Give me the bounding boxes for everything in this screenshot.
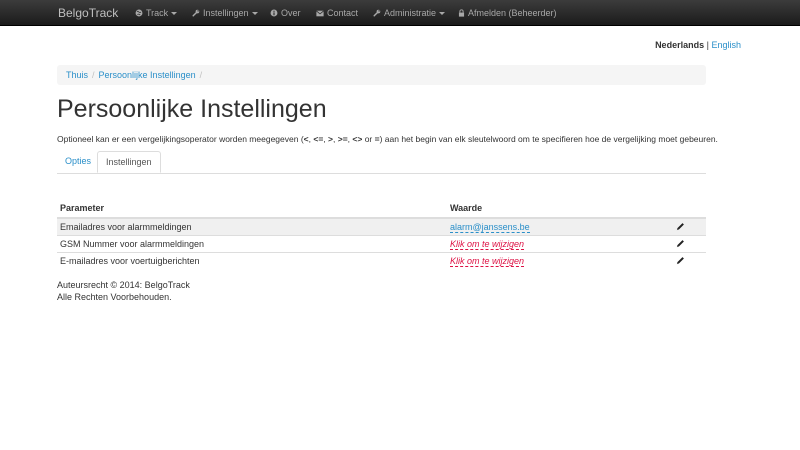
intro-prefix: Optioneel kan er een vergelijkingsoperat… <box>57 134 304 144</box>
nav-instellingen-label: Instellingen <box>203 8 249 18</box>
tab-opties[interactable]: Opties <box>57 151 99 172</box>
header-parameter: Parameter <box>57 199 447 219</box>
row-parameter: Emailadres voor alarmmeldingen <box>57 217 447 236</box>
nav-afmelden[interactable]: Afmelden (Beheerder) <box>458 8 557 18</box>
tab-instellingen[interactable]: Instellingen <box>97 151 161 173</box>
nav-track[interactable]: Track <box>135 8 178 18</box>
table-row: E-mailadres voor voertuigberichten Klik … <box>57 252 706 269</box>
nav-afmelden-label: Afmelden (Beheerder) <box>468 8 557 18</box>
info-icon <box>270 9 278 17</box>
row-actions <box>673 235 706 253</box>
intro-text: Optioneel kan er een vergelijkingsoperat… <box>57 134 718 144</box>
chevron-down-icon <box>171 11 178 15</box>
table-row: GSM Nummer voor alarmmeldingen Klik om t… <box>57 235 706 253</box>
nav-track-label: Track <box>146 8 169 18</box>
language-switcher: Nederlands | English <box>655 40 741 50</box>
pencil-icon[interactable] <box>676 256 685 265</box>
settings-table: Parameter Waarde Emailadres voor alarmme… <box>57 199 706 269</box>
breadcrumb: Thuis / Persoonlijke Instellingen / <box>57 65 706 85</box>
header-actions <box>673 199 706 219</box>
operator: <= <box>313 134 324 144</box>
nav-over[interactable]: Over <box>270 8 301 18</box>
nav-over-label: Over <box>281 8 301 18</box>
nav-administratie[interactable]: Administratie <box>373 8 446 18</box>
intro-suffix: ) aan het begin van elk sleutelwoord om … <box>379 134 718 144</box>
nav-contact-label: Contact <box>327 8 359 18</box>
row-value-cell: Klik om te wijzigen <box>447 252 673 269</box>
footer: Auteursrecht © 2014: BelgoTrack Alle Rec… <box>57 279 190 303</box>
breadcrumb-separator: / <box>92 70 95 80</box>
globe-icon <box>135 9 143 17</box>
brand-logo[interactable]: BelgoTrack <box>58 6 118 20</box>
table-header-row: Parameter Waarde <box>57 199 706 219</box>
pencil-icon[interactable] <box>676 222 685 231</box>
settings-tabs: Opties Instellingen <box>57 151 706 174</box>
nav-instellingen[interactable]: Instellingen <box>192 8 258 18</box>
operator: >= <box>337 134 348 144</box>
wrench-icon <box>373 9 381 17</box>
wrench-icon <box>192 9 200 17</box>
row-actions <box>673 217 706 236</box>
breadcrumb-current[interactable]: Persoonlijke Instellingen <box>99 70 196 80</box>
row-value-cell: alarm@janssens.be <box>447 217 673 236</box>
row-value-cell: Klik om te wijzigen <box>447 235 673 253</box>
row-value-editable[interactable]: alarm@janssens.be <box>450 222 530 233</box>
table-row: Emailadres voor alarmmeldingen alarm@jan… <box>57 217 706 236</box>
chevron-down-icon <box>251 11 258 15</box>
envelope-icon <box>316 10 324 16</box>
language-separator: | <box>706 40 709 50</box>
row-parameter: E-mailadres voor voertuigberichten <box>57 252 447 269</box>
row-value-editable[interactable]: Klik om te wijzigen <box>450 239 525 250</box>
footer-copyright: Auteursrecht © 2014: BelgoTrack <box>57 280 190 290</box>
row-parameter: GSM Nummer voor alarmmeldingen <box>57 235 447 253</box>
header-value: Waarde <box>447 199 673 219</box>
nav-administratie-label: Administratie <box>384 8 437 18</box>
breadcrumb-separator: / <box>199 70 203 80</box>
pencil-icon[interactable] <box>676 239 685 248</box>
row-value-editable[interactable]: Klik om te wijzigen <box>450 256 525 267</box>
language-active[interactable]: Nederlands <box>655 40 704 50</box>
row-actions <box>673 252 706 269</box>
operator: <> <box>352 134 363 144</box>
footer-rights: Alle Rechten Voorbehouden. <box>57 292 172 302</box>
breadcrumb-home[interactable]: Thuis <box>66 70 88 80</box>
language-english-link[interactable]: English <box>711 40 741 50</box>
nav-contact[interactable]: Contact <box>316 8 358 18</box>
top-navbar: BelgoTrack Track Instellingen Over Conta… <box>0 0 800 26</box>
page-title: Persoonlijke Instellingen <box>57 95 327 123</box>
lock-icon <box>458 9 465 17</box>
chevron-down-icon <box>439 11 446 15</box>
